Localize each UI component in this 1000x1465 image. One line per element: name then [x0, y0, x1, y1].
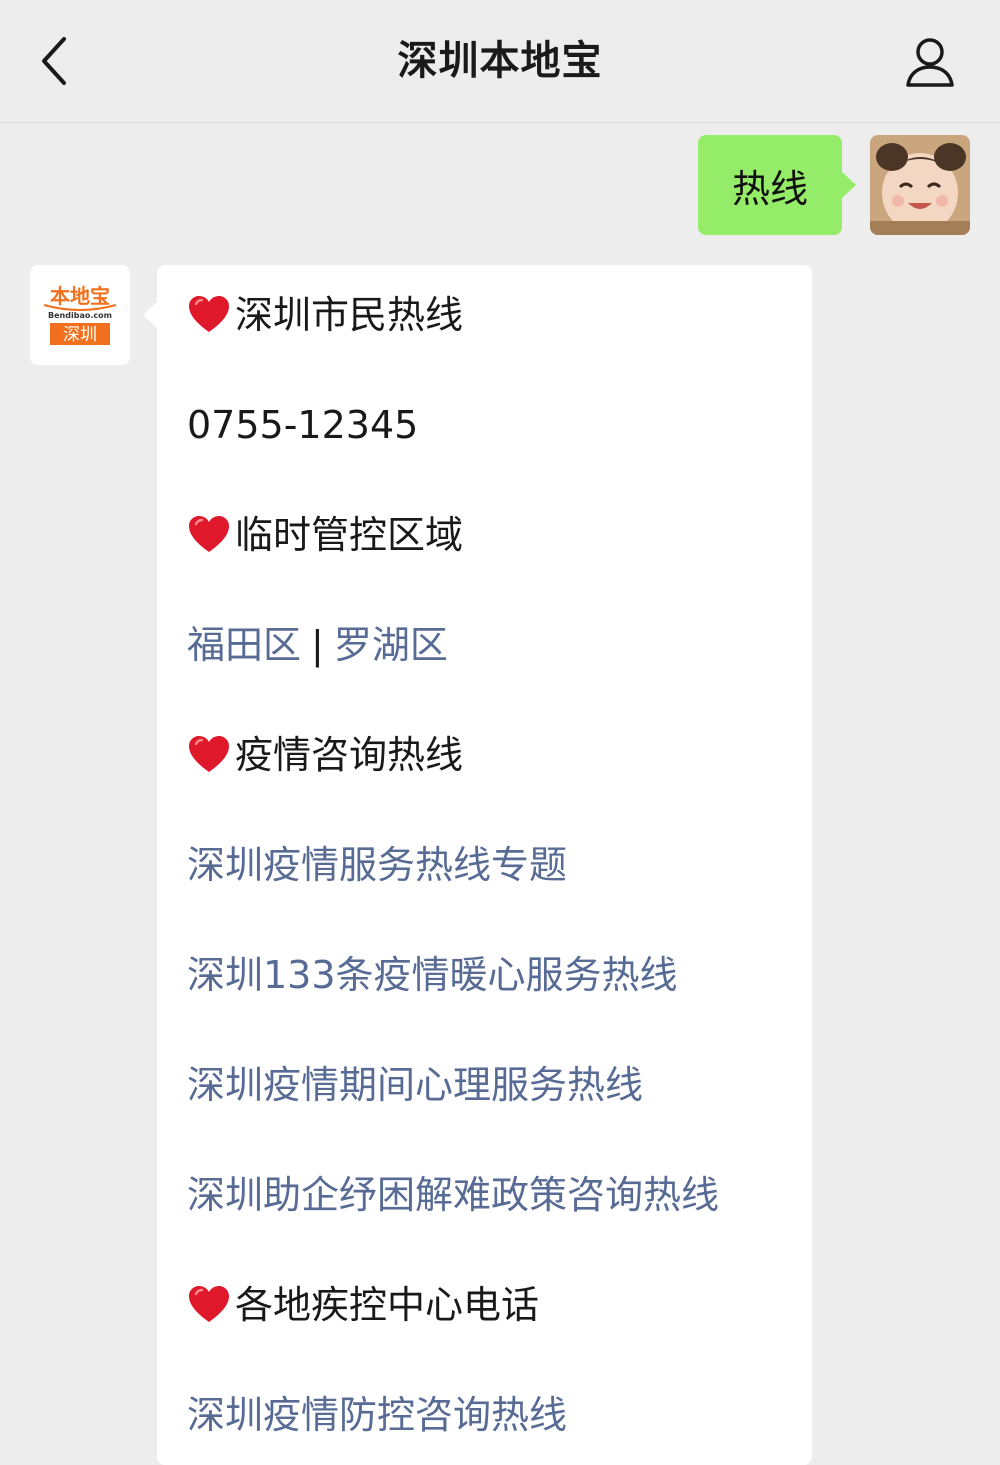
- navigation-bar: 深圳本地宝: [0, 0, 1000, 123]
- section-heading-text: 临时管控区域: [235, 513, 464, 557]
- link-epidemic-service-hotline-topic[interactable]: 深圳疫情服务热线专题: [187, 835, 567, 895]
- link-futian[interactable]: 福田区: [187, 623, 301, 667]
- red-heart-icon: [187, 511, 235, 571]
- link-luohu[interactable]: 罗湖区: [334, 623, 448, 667]
- hotline-number: 0755-12345: [187, 403, 419, 447]
- person-icon: [906, 38, 954, 87]
- link-separator: |: [311, 623, 324, 667]
- section-heading: 疫情咨询热线: [187, 725, 463, 785]
- district-links: 福田区 | 罗湖区: [187, 615, 448, 675]
- chat-title: 深圳本地宝: [397, 38, 603, 84]
- profile-button[interactable]: [900, 32, 960, 92]
- svg-text:本地宝: 本地宝: [50, 284, 110, 308]
- link-prevention-consultation-hotline[interactable]: 深圳疫情防控咨询热线: [187, 1385, 567, 1445]
- link-psychological-service-hotline[interactable]: 深圳疫情期间心理服务热线: [187, 1055, 643, 1115]
- user-message-text: 热线: [731, 166, 808, 211]
- bendibao-logo: 本地宝 Bendibao.com 深圳: [30, 265, 130, 365]
- svg-text:Bendibao.com: Bendibao.com: [48, 311, 112, 320]
- user-avatar-image: [870, 135, 970, 235]
- section-heading: 深圳市民热线: [187, 285, 463, 345]
- red-heart-icon: [187, 1281, 235, 1341]
- section-heading-text: 各地疾控中心电话: [235, 1283, 540, 1327]
- red-heart-icon: [187, 291, 235, 351]
- link-133-warm-service-hotlines[interactable]: 深圳133条疫情暖心服务热线: [187, 945, 678, 1005]
- bot-message-bubble: 深圳市民热线 0755-12345 临时管控区域 福田区 | 罗湖区 疫情咨询热线 …: [143, 265, 812, 1465]
- section-heading: 各地疾控中心电话: [187, 1275, 539, 1335]
- user-message-bubble[interactable]: 热线: [698, 135, 856, 235]
- link-enterprise-policy-hotline[interactable]: 深圳助企纾困解难政策咨询热线: [187, 1165, 719, 1225]
- bot-avatar[interactable]: 本地宝 Bendibao.com 深圳: [30, 265, 130, 365]
- red-heart-icon: [187, 731, 235, 791]
- svg-text:深圳: 深圳: [63, 325, 97, 345]
- section-heading-text: 深圳市民热线: [235, 293, 464, 337]
- section-heading-text: 疫情咨询热线: [235, 733, 464, 777]
- section-heading: 临时管控区域: [187, 505, 463, 565]
- user-avatar[interactable]: [870, 135, 970, 235]
